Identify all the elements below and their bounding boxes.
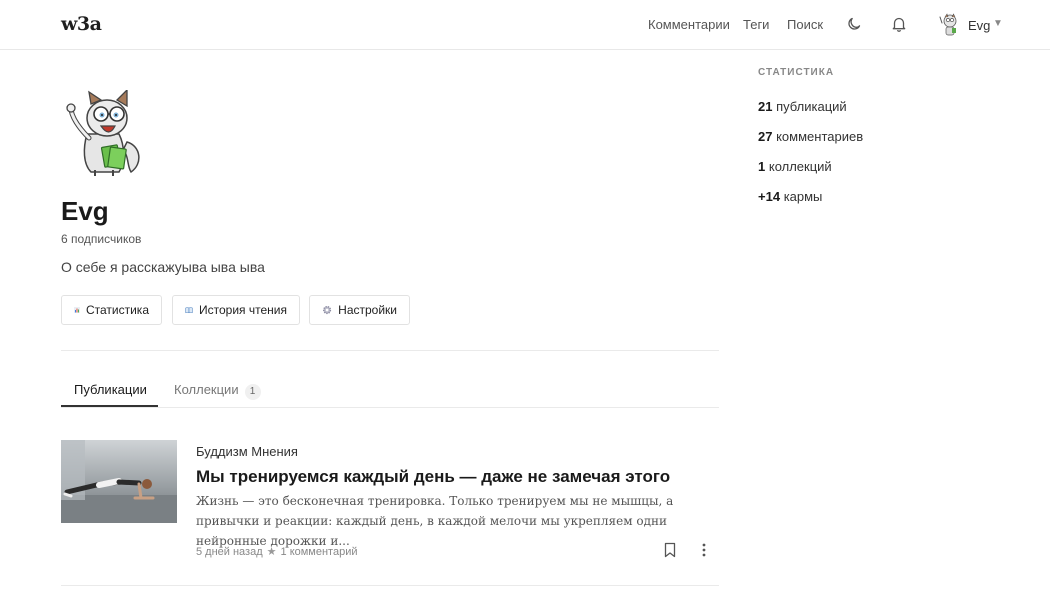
post-meta: 5 дней назад ★ 1 комментарий	[196, 545, 358, 558]
followers-count[interactable]: 6 подписчиков	[61, 232, 141, 246]
reading-history-button[interactable]: История чтения	[172, 295, 300, 325]
post-divider	[61, 585, 719, 586]
stat-label: кармы	[783, 189, 823, 204]
post-tags[interactable]: Буддизм Мнения	[196, 444, 298, 459]
stat-value: 21	[758, 99, 773, 114]
bookmark-icon[interactable]	[663, 542, 677, 558]
stats-heading: СТАТИСТИКА	[758, 67, 835, 78]
reading-history-button-label: История чтения	[199, 303, 287, 317]
post-comments-link[interactable]: 1 комментарий	[281, 546, 358, 558]
profile-divider	[61, 350, 719, 351]
bar-chart-icon	[74, 307, 80, 313]
user-avatar	[939, 13, 957, 36]
chevron-down-icon: ▼	[993, 18, 1003, 29]
post-excerpt: Жизнь — это бесконечная тренировка. Толь…	[196, 494, 674, 548]
stat-value: +14	[758, 189, 781, 204]
stat-label: публикаций	[776, 99, 847, 114]
settings-button-label: Настройки	[338, 303, 397, 317]
stat-value: 1	[758, 159, 766, 174]
stat-collections[interactable]: 1 коллекций	[758, 159, 832, 174]
stat-value: 27	[758, 129, 773, 144]
tab-publications[interactable]: Публикации	[74, 382, 147, 397]
tab-collections-label: Коллекции	[174, 382, 239, 397]
site-logo[interactable]: w3a	[61, 13, 102, 35]
stat-label: комментариев	[776, 129, 864, 144]
profile-name: Evg	[61, 196, 109, 226]
bell-icon[interactable]	[890, 15, 908, 33]
post-title[interactable]: Мы тренируемся каждый день — даже не зам…	[196, 467, 670, 487]
open-book-icon	[185, 307, 193, 314]
stats-button-label: Статистика	[85, 303, 149, 317]
star-icon: ★	[266, 546, 277, 558]
profile-bio: О себе я расскажуыва ыва ыва	[61, 259, 265, 275]
stats-button[interactable]: Статистика	[61, 295, 162, 325]
post-thumbnail[interactable]	[61, 440, 177, 523]
nav-search-link[interactable]: Поиск	[787, 17, 823, 32]
gear-icon	[323, 305, 332, 315]
profile-avatar	[66, 90, 140, 176]
nav-tags-link[interactable]: Теги	[743, 17, 769, 32]
user-name: Evg	[968, 18, 991, 33]
stat-karma: +14 кармы	[758, 189, 822, 204]
moon-icon[interactable]	[845, 15, 863, 33]
stat-publications[interactable]: 21 публикаций	[758, 99, 847, 114]
tab-collections[interactable]: Коллекции 1	[174, 382, 261, 400]
post-time: 5 дней назад	[196, 546, 263, 558]
stat-label: коллекций	[768, 159, 832, 174]
more-vertical-icon[interactable]	[698, 542, 710, 558]
nav-comments-link[interactable]: Комментарии	[648, 17, 730, 32]
settings-button[interactable]: Настройки	[309, 295, 410, 325]
collections-count-badge: 1	[244, 384, 261, 400]
tabs-divider	[61, 407, 719, 408]
stat-comments[interactable]: 27 комментариев	[758, 129, 863, 144]
top-header: w3a Комментарии Теги Поиск Evg ▼	[0, 0, 1050, 50]
